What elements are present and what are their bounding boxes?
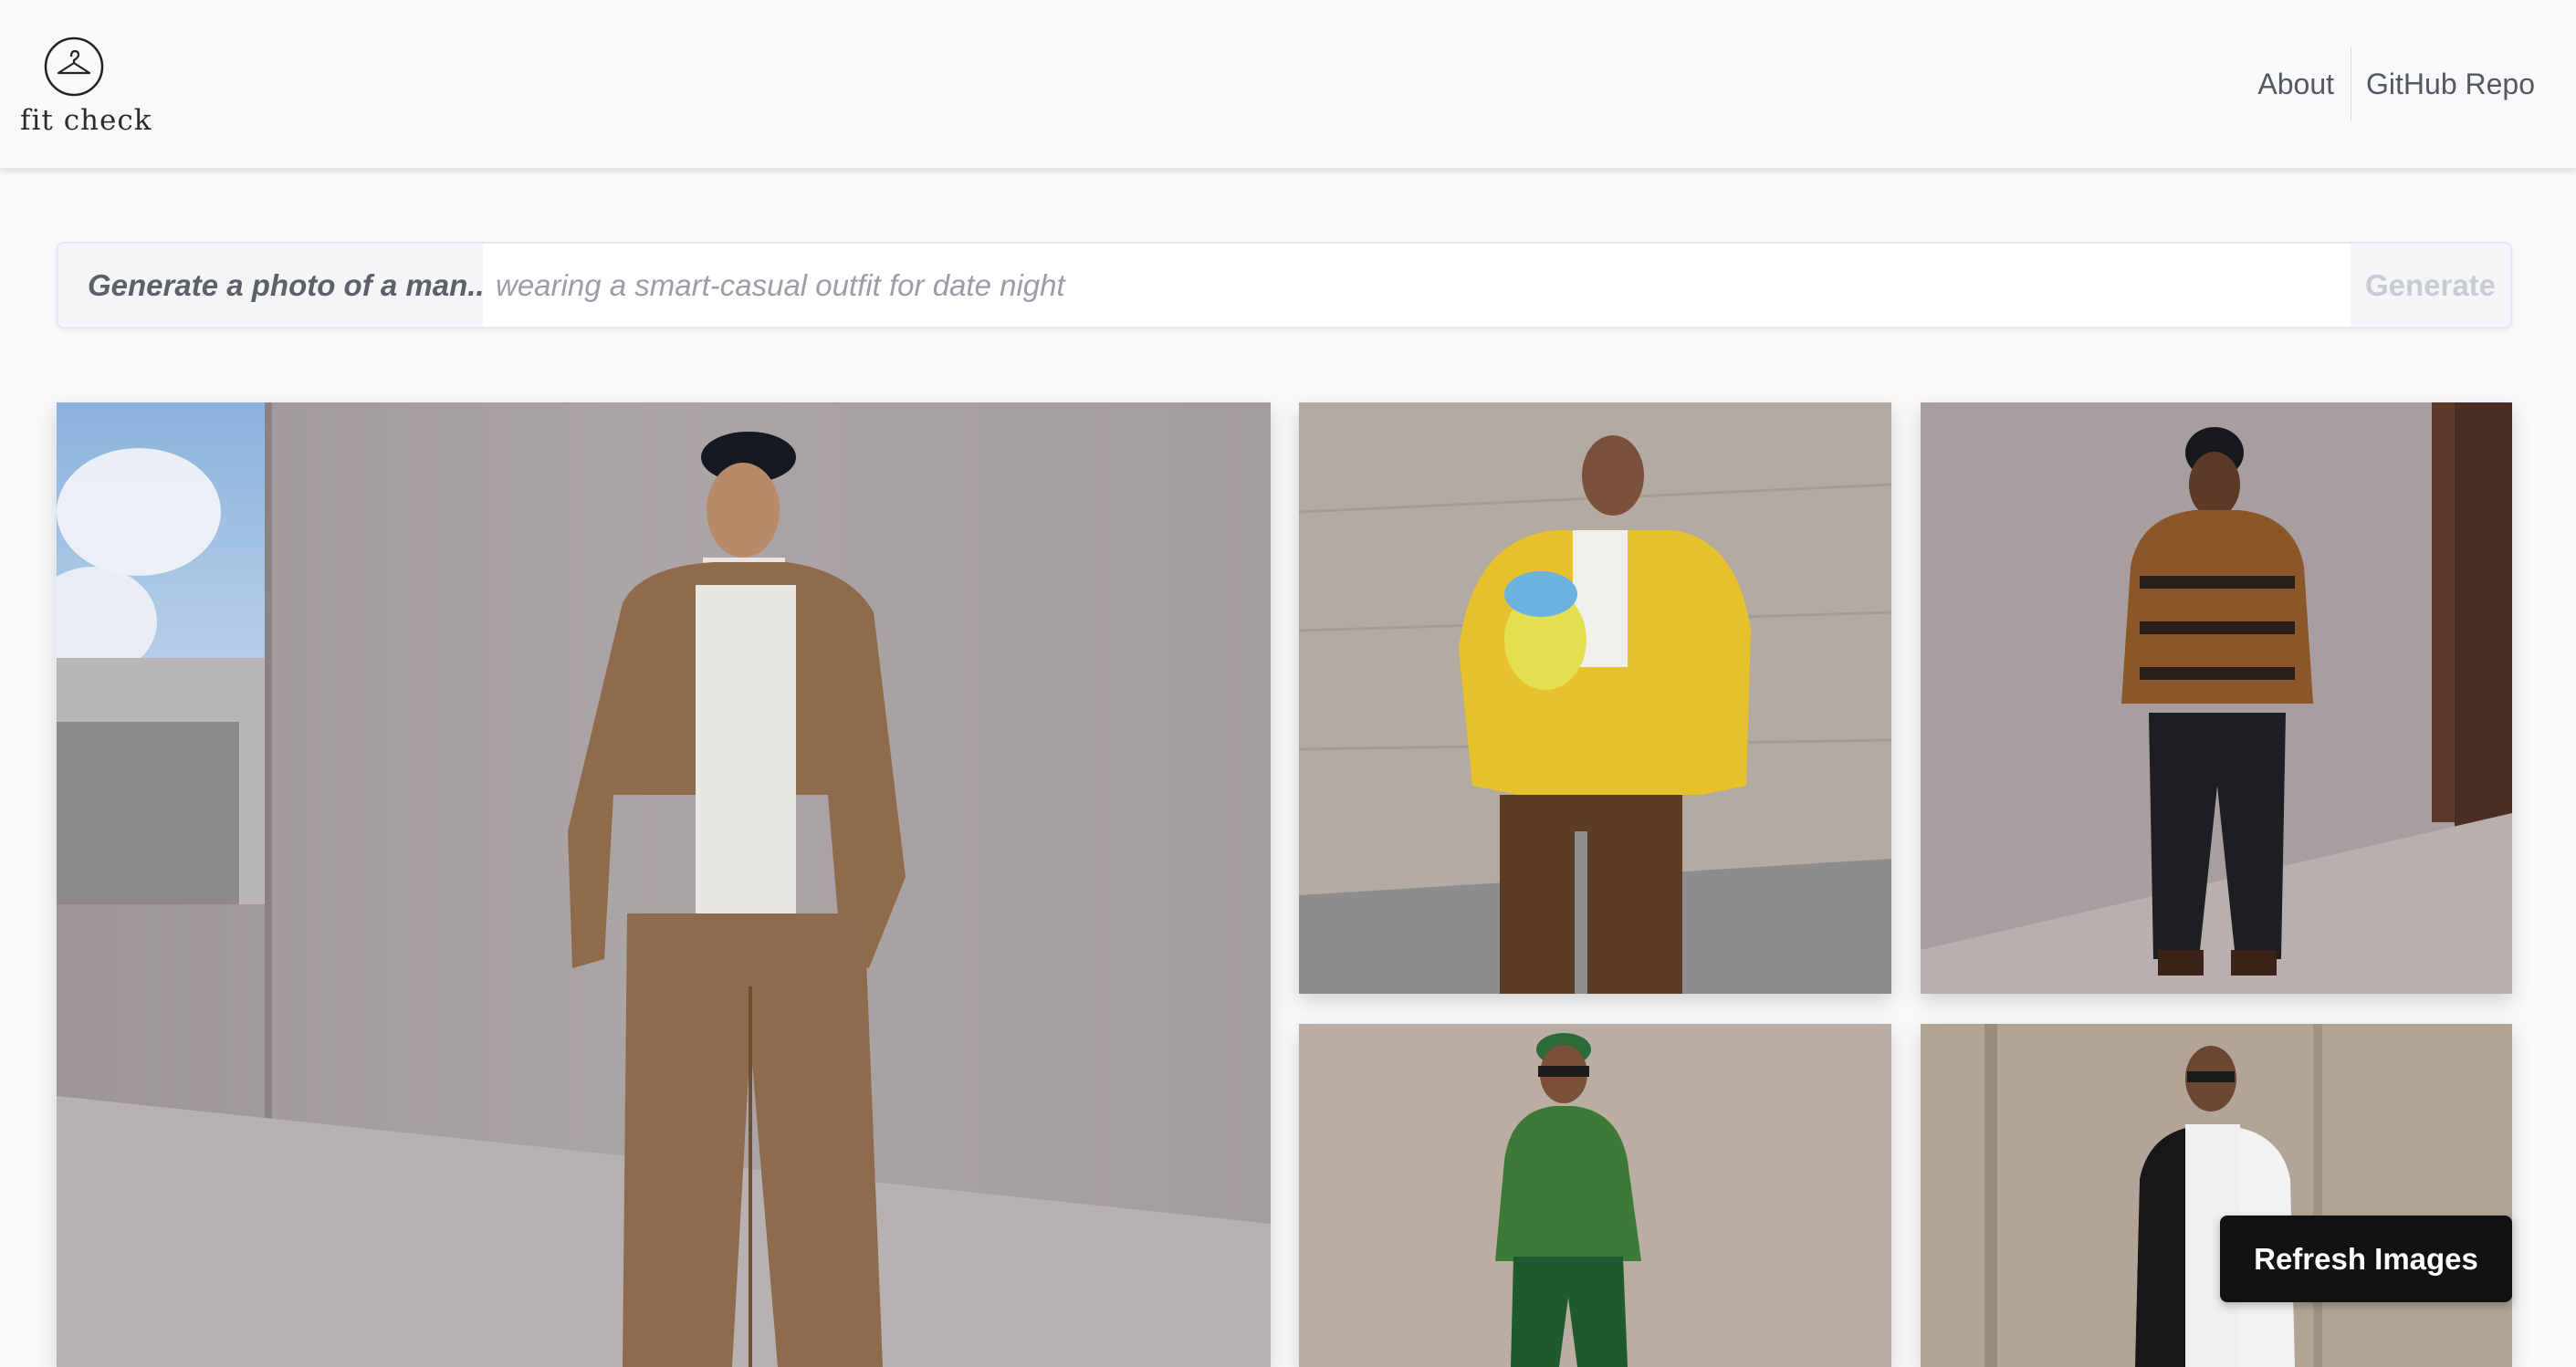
nav-github-link[interactable]: GitHub Repo	[2366, 68, 2535, 101]
nav-links: About GitHub Repo	[2257, 46, 2535, 122]
gallery-image-5[interactable]	[1921, 1024, 2512, 1367]
prompt-input[interactable]	[483, 244, 2351, 327]
refresh-images-button[interactable]: Refresh Images	[2220, 1216, 2512, 1302]
nav-about-link[interactable]: About	[2257, 68, 2334, 101]
gallery-image-2[interactable]	[1299, 402, 1891, 994]
prompt-prefix: Generate a photo of a man...	[58, 244, 483, 327]
logo-text: fit check	[20, 104, 152, 137]
hanger-icon	[44, 37, 104, 97]
logo[interactable]: fit check	[16, 33, 152, 142]
gallery-image-3[interactable]	[1921, 402, 2512, 994]
generate-button[interactable]: Generate	[2351, 244, 2510, 327]
top-navbar: fit check About GitHub Repo	[0, 0, 2576, 169]
gallery-image-1[interactable]	[57, 402, 1271, 1367]
prompt-bar: Generate a photo of a man... Generate	[57, 242, 2512, 329]
gallery-image-4[interactable]	[1299, 1024, 1891, 1367]
